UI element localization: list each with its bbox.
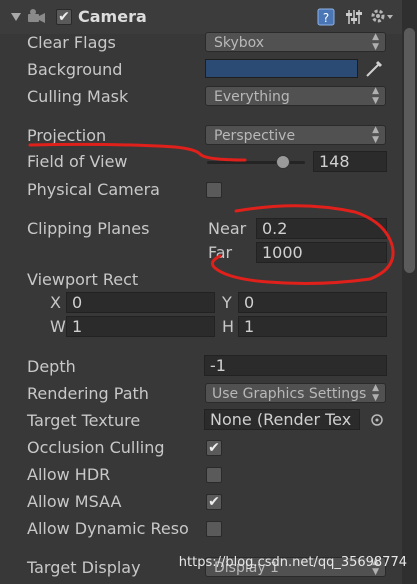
red-annotation-overlay [28,142,395,285]
watermark-text: https://blog.csdn.net/qq_35698774 [178,555,407,570]
